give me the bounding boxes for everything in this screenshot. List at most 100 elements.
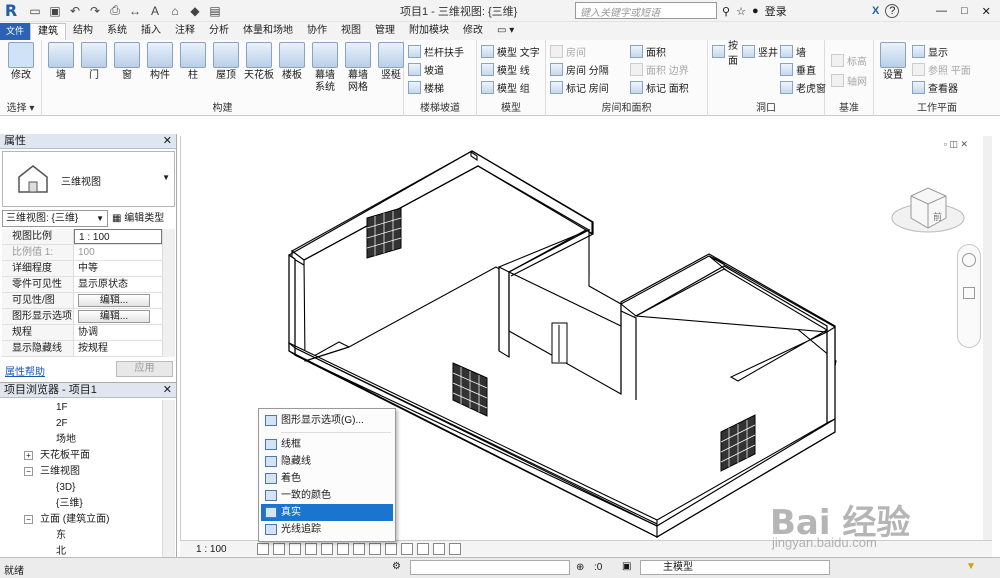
hide-crop-icon[interactable] <box>448 543 461 555</box>
star-icon[interactable]: ☆ <box>736 5 746 18</box>
browser-item[interactable]: {3D} <box>0 480 160 496</box>
ceiling-button[interactable]: 天花板 <box>244 42 274 82</box>
roof-button[interactable]: 屋顶 <box>211 42 241 82</box>
room-item-5[interactable]: 标记 面积 <box>630 79 689 96</box>
tab-9[interactable]: 视图 <box>334 23 368 40</box>
user-icon[interactable]: ● <box>752 5 759 17</box>
exchange-icon[interactable]: X <box>872 5 879 17</box>
3d-view-icon[interactable]: ⌂ <box>166 2 184 20</box>
modify-button[interactable]: 修改 <box>6 42 36 82</box>
workset-dropdown[interactable] <box>410 560 570 575</box>
maximize-icon[interactable]: □ <box>961 5 968 17</box>
show-crop-icon[interactable] <box>352 543 365 555</box>
property-value[interactable]: 中等 <box>74 261 162 276</box>
menu-item-graphic-display-options[interactable]: 图形显示选项(G)... <box>261 412 393 429</box>
window-button[interactable]: 窗 <box>112 42 142 82</box>
tab-5[interactable]: 注释 <box>168 23 202 40</box>
menu-item-consistent-colors[interactable]: 一致的颜色 <box>261 487 393 504</box>
design-option-dropdown[interactable]: 主模型 <box>640 560 830 575</box>
menu-item-realistic[interactable]: 真实 <box>261 504 393 521</box>
print-icon[interactable]: ⎙ <box>106 2 124 20</box>
browser-item[interactable]: 2F <box>0 416 160 432</box>
component-button[interactable]: 构件 <box>145 42 175 82</box>
property-value[interactable]: 协调 <box>74 325 162 340</box>
login-link[interactable]: 登录 <box>765 3 787 19</box>
save-icon[interactable]: ▣ <box>46 2 64 20</box>
tab-6[interactable]: 分析 <box>202 23 236 40</box>
viewer-button[interactable]: 查看器 <box>912 79 958 96</box>
sun-path-icon[interactable] <box>288 543 301 555</box>
grid-button[interactable]: 轴网 <box>831 72 867 89</box>
tab-7[interactable]: 体量和场地 <box>236 23 300 40</box>
tab-12[interactable]: 修改 <box>456 23 490 40</box>
tab-8[interactable]: 协作 <box>300 23 334 40</box>
property-value[interactable]: 1 : 100 <box>74 229 162 244</box>
stairs-item-1[interactable]: 坡道 <box>408 61 444 78</box>
door-button[interactable]: 门 <box>79 42 109 82</box>
lock-3d-icon[interactable] <box>368 543 381 555</box>
menu-item-hidden-line[interactable]: 隐藏线 <box>261 453 393 470</box>
opening-item-3[interactable]: 垂直 <box>780 61 816 78</box>
highlight-displacement-icon[interactable] <box>432 543 445 555</box>
analytical-model-icon[interactable] <box>416 543 429 555</box>
render-icon[interactable] <box>320 543 333 555</box>
opening-item-0[interactable]: 按 面 <box>712 41 738 67</box>
worksets-icon[interactable]: ⚙ <box>392 561 401 572</box>
design-options-icon[interactable]: ▣ <box>622 561 631 572</box>
curtain-system-button[interactable]: 幕墙 系统 <box>310 42 340 94</box>
edit-button[interactable]: 编辑... <box>78 294 150 307</box>
close-hidden-icon[interactable]: ▤ <box>206 2 224 20</box>
edit-button[interactable]: 编辑... <box>78 310 150 323</box>
zoom-icon[interactable] <box>963 287 975 299</box>
tab-2[interactable]: 结构 <box>66 23 100 40</box>
browser-item[interactable]: {三维} <box>0 496 160 512</box>
properties-help-link[interactable]: 属性帮助 <box>5 363 45 378</box>
text-icon[interactable]: A <box>146 2 164 20</box>
opening-item-1[interactable]: 竖井 <box>742 43 778 60</box>
viewcube[interactable] <box>891 187 965 233</box>
property-value[interactable]: 100 <box>74 245 162 260</box>
reveal-hidden-icon[interactable] <box>400 543 413 555</box>
ref-plane-button[interactable]: 参照 平面 <box>912 61 971 78</box>
room-item-3[interactable]: 面积 <box>630 43 666 60</box>
redo-icon[interactable]: ↷ <box>86 2 104 20</box>
menu-item-wireframe[interactable]: 线框 <box>261 436 393 453</box>
model-item-1[interactable]: 模型 线 <box>481 61 530 78</box>
property-value[interactable]: 编辑... <box>74 293 162 308</box>
apply-button[interactable]: 应用 <box>116 361 173 377</box>
curtain-grid-button[interactable]: 幕墙 网格 <box>343 42 373 94</box>
tab-1[interactable]: 建筑 <box>30 23 67 40</box>
open-icon[interactable]: ▭ <box>26 2 44 20</box>
filter-icon[interactable]: ▼ <box>966 561 976 572</box>
floor-button[interactable]: 楼板 <box>277 42 307 82</box>
show-workplane-button[interactable]: 显示 <box>912 43 948 60</box>
binoculars-icon[interactable]: ⚲ <box>722 5 730 18</box>
browser-item[interactable]: 场地 <box>0 432 160 448</box>
shadows-icon[interactable] <box>304 543 317 555</box>
menu-item-shaded[interactable]: 着色 <box>261 470 393 487</box>
undo-icon[interactable]: ↶ <box>66 2 84 20</box>
minimize-icon[interactable]: — <box>936 5 947 17</box>
crop-view-icon[interactable] <box>336 543 349 555</box>
section-icon[interactable]: ◆ <box>186 2 204 20</box>
room-item-4[interactable]: 面积 边界 <box>630 61 689 78</box>
browser-item[interactable]: − 立面 (建筑立面) <box>0 512 160 528</box>
column-button[interactable]: 柱 <box>178 42 208 82</box>
browser-item[interactable]: 1F <box>0 400 160 416</box>
tab-10[interactable]: 管理 <box>368 23 402 40</box>
opening-item-4[interactable]: 老虎窗 <box>780 79 826 96</box>
revit-logo-icon[interactable]: R <box>0 0 22 22</box>
browser-item[interactable]: − 三维视图 <box>0 464 160 480</box>
set-workplane-button[interactable]: 设置 <box>878 42 908 82</box>
collapse-icon[interactable]: − <box>24 515 33 524</box>
property-value[interactable]: 显示原状态 <box>74 277 162 292</box>
browser-item[interactable]: 东 <box>0 528 160 544</box>
tab-0[interactable]: 文件 <box>0 23 31 40</box>
steering-wheel-icon[interactable] <box>962 253 976 267</box>
drawing-scrollbar[interactable] <box>983 136 992 540</box>
search-input[interactable]: 键入关键字或短语 <box>575 2 717 19</box>
navigation-bar[interactable] <box>957 244 981 348</box>
measure-icon[interactable]: ↔ <box>126 2 144 20</box>
mullion-button[interactable]: 竖梃 <box>376 42 406 82</box>
browser-item[interactable]: + 天花板平面 <box>0 448 160 464</box>
